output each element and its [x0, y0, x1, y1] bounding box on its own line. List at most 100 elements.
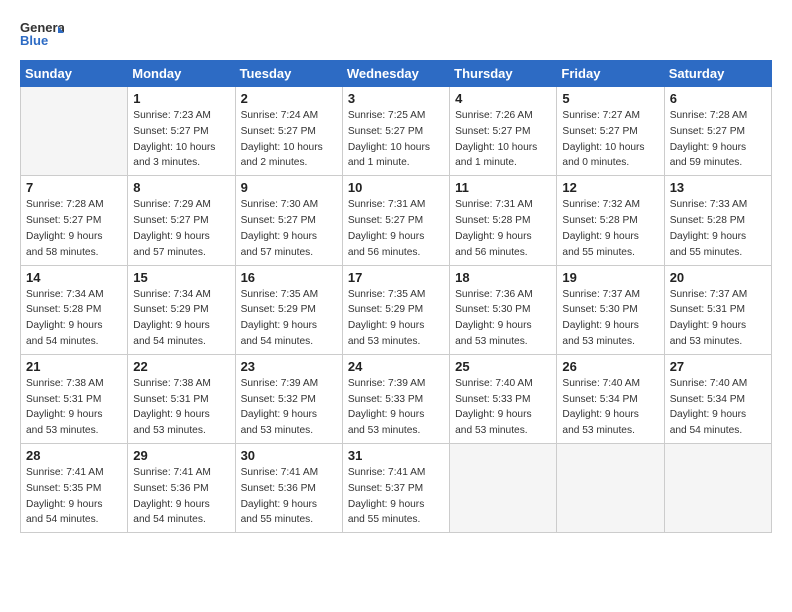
calendar-table: SundayMondayTuesdayWednesdayThursdayFrid…: [20, 60, 772, 533]
day-info: Sunrise: 7:37 AMSunset: 5:30 PMDaylight:…: [562, 287, 658, 350]
day-number: 6: [670, 91, 766, 106]
day-info: Sunrise: 7:37 AMSunset: 5:31 PMDaylight:…: [670, 287, 766, 350]
col-header-friday: Friday: [557, 61, 664, 87]
day-number: 25: [455, 359, 551, 374]
day-number: 9: [241, 180, 337, 195]
day-cell: 14Sunrise: 7:34 AMSunset: 5:28 PMDayligh…: [21, 265, 128, 354]
day-number: 21: [26, 359, 122, 374]
day-cell: 12Sunrise: 7:32 AMSunset: 5:28 PMDayligh…: [557, 176, 664, 265]
day-number: 31: [348, 448, 444, 463]
col-header-saturday: Saturday: [664, 61, 771, 87]
day-cell: 6 Sunrise: 7:28 AMSunset: 5:27 PMDaylight…: [664, 87, 771, 176]
day-info: Sunrise: 7:23 AMSunset: 5:27 PMDaylight:…: [133, 108, 229, 171]
week-row-1: 7 Sunrise: 7:28 AMSunset: 5:27 PMDaylight…: [21, 176, 772, 265]
day-info: Sunrise: 7:40 AMSunset: 5:33 PMDaylight:…: [455, 376, 551, 439]
day-info: Sunrise: 7:38 AMSunset: 5:31 PMDaylight:…: [26, 376, 122, 439]
day-cell: 29 Sunrise: 7:41 AMSunset: 5:36 PMDayligh…: [128, 444, 235, 533]
day-cell: 26 Sunrise: 7:40 AMSunset: 5:34 PMDayligh…: [557, 354, 664, 443]
week-row-3: 21 Sunrise: 7:38 AMSunset: 5:31 PMDayligh…: [21, 354, 772, 443]
day-info: Sunrise: 7:29 AMSunset: 5:27 PMDaylight:…: [133, 197, 229, 260]
day-number: 28: [26, 448, 122, 463]
day-cell: 17 Sunrise: 7:35 AMSunset: 5:29 PMDayligh…: [342, 265, 449, 354]
col-header-sunday: Sunday: [21, 61, 128, 87]
day-number: 19: [562, 270, 658, 285]
day-info: Sunrise: 7:34 AMSunset: 5:28 PMDaylight:…: [26, 287, 122, 350]
day-info: Sunrise: 7:28 AMSunset: 5:27 PMDaylight:…: [26, 197, 122, 260]
day-info: Sunrise: 7:31 AMSunset: 5:27 PMDaylight:…: [348, 197, 444, 260]
day-info: Sunrise: 7:30 AMSunset: 5:27 PMDaylight:…: [241, 197, 337, 260]
col-header-tuesday: Tuesday: [235, 61, 342, 87]
day-info: Sunrise: 7:33 AMSunset: 5:28 PMDaylight:…: [670, 197, 766, 260]
day-cell: 16Sunrise: 7:35 AMSunset: 5:29 PMDayligh…: [235, 265, 342, 354]
day-info: Sunrise: 7:25 AMSunset: 5:27 PMDaylight:…: [348, 108, 444, 171]
day-info: Sunrise: 7:40 AMSunset: 5:34 PMDaylight:…: [670, 376, 766, 439]
day-number: 11: [455, 180, 551, 195]
day-info: Sunrise: 7:31 AMSunset: 5:28 PMDaylight:…: [455, 197, 551, 260]
day-cell: 2 Sunrise: 7:24 AMSunset: 5:27 PMDaylight…: [235, 87, 342, 176]
day-number: 29: [133, 448, 229, 463]
day-cell: 28 Sunrise: 7:41 AMSunset: 5:35 PMDayligh…: [21, 444, 128, 533]
day-cell: 9 Sunrise: 7:30 AMSunset: 5:27 PMDaylight…: [235, 176, 342, 265]
day-number: 2: [241, 91, 337, 106]
day-info: Sunrise: 7:41 AMSunset: 5:37 PMDaylight:…: [348, 465, 444, 528]
day-cell: [557, 444, 664, 533]
day-info: Sunrise: 7:39 AMSunset: 5:32 PMDaylight:…: [241, 376, 337, 439]
day-info: Sunrise: 7:41 AMSunset: 5:36 PMDaylight:…: [241, 465, 337, 528]
day-number: 8: [133, 180, 229, 195]
day-info: Sunrise: 7:39 AMSunset: 5:33 PMDaylight:…: [348, 376, 444, 439]
day-cell: 31 Sunrise: 7:41 AMSunset: 5:37 PMDayligh…: [342, 444, 449, 533]
day-cell: 21 Sunrise: 7:38 AMSunset: 5:31 PMDayligh…: [21, 354, 128, 443]
day-cell: 7 Sunrise: 7:28 AMSunset: 5:27 PMDaylight…: [21, 176, 128, 265]
day-number: 4: [455, 91, 551, 106]
logo: General Blue: [20, 18, 64, 50]
week-row-2: 14Sunrise: 7:34 AMSunset: 5:28 PMDayligh…: [21, 265, 772, 354]
day-info: Sunrise: 7:24 AMSunset: 5:27 PMDaylight:…: [241, 108, 337, 171]
day-number: 30: [241, 448, 337, 463]
day-info: Sunrise: 7:28 AMSunset: 5:27 PMDaylight:…: [670, 108, 766, 171]
day-cell: [664, 444, 771, 533]
week-row-0: 1 Sunrise: 7:23 AMSunset: 5:27 PMDaylight…: [21, 87, 772, 176]
day-number: 5: [562, 91, 658, 106]
day-cell: 25 Sunrise: 7:40 AMSunset: 5:33 PMDayligh…: [450, 354, 557, 443]
day-cell: 8 Sunrise: 7:29 AMSunset: 5:27 PMDaylight…: [128, 176, 235, 265]
day-cell: 3 Sunrise: 7:25 AMSunset: 5:27 PMDaylight…: [342, 87, 449, 176]
day-number: 3: [348, 91, 444, 106]
day-cell: 19 Sunrise: 7:37 AMSunset: 5:30 PMDayligh…: [557, 265, 664, 354]
day-cell: 22 Sunrise: 7:38 AMSunset: 5:31 PMDayligh…: [128, 354, 235, 443]
day-number: 17: [348, 270, 444, 285]
week-row-4: 28 Sunrise: 7:41 AMSunset: 5:35 PMDayligh…: [21, 444, 772, 533]
day-number: 26: [562, 359, 658, 374]
day-info: Sunrise: 7:40 AMSunset: 5:34 PMDaylight:…: [562, 376, 658, 439]
day-info: Sunrise: 7:27 AMSunset: 5:27 PMDaylight:…: [562, 108, 658, 171]
day-number: 20: [670, 270, 766, 285]
col-header-monday: Monday: [128, 61, 235, 87]
day-info: Sunrise: 7:34 AMSunset: 5:29 PMDaylight:…: [133, 287, 229, 350]
day-number: 22: [133, 359, 229, 374]
day-info: Sunrise: 7:41 AMSunset: 5:35 PMDaylight:…: [26, 465, 122, 528]
day-cell: 15 Sunrise: 7:34 AMSunset: 5:29 PMDayligh…: [128, 265, 235, 354]
day-info: Sunrise: 7:41 AMSunset: 5:36 PMDaylight:…: [133, 465, 229, 528]
day-cell: 1 Sunrise: 7:23 AMSunset: 5:27 PMDaylight…: [128, 87, 235, 176]
day-number: 13: [670, 180, 766, 195]
header: General Blue: [20, 18, 772, 50]
day-info: Sunrise: 7:26 AMSunset: 5:27 PMDaylight:…: [455, 108, 551, 171]
day-number: 1: [133, 91, 229, 106]
day-cell: 11 Sunrise: 7:31 AMSunset: 5:28 PMDayligh…: [450, 176, 557, 265]
day-number: 23: [241, 359, 337, 374]
day-cell: 30 Sunrise: 7:41 AMSunset: 5:36 PMDayligh…: [235, 444, 342, 533]
day-info: Sunrise: 7:32 AMSunset: 5:28 PMDaylight:…: [562, 197, 658, 260]
logo-icon: General Blue: [20, 18, 64, 50]
day-info: Sunrise: 7:35 AMSunset: 5:29 PMDaylight:…: [241, 287, 337, 350]
day-cell: 23 Sunrise: 7:39 AMSunset: 5:32 PMDayligh…: [235, 354, 342, 443]
day-info: Sunrise: 7:35 AMSunset: 5:29 PMDaylight:…: [348, 287, 444, 350]
calendar-header-row: SundayMondayTuesdayWednesdayThursdayFrid…: [21, 61, 772, 87]
day-cell: 4 Sunrise: 7:26 AMSunset: 5:27 PMDaylight…: [450, 87, 557, 176]
day-cell: [21, 87, 128, 176]
day-number: 15: [133, 270, 229, 285]
col-header-wednesday: Wednesday: [342, 61, 449, 87]
col-header-thursday: Thursday: [450, 61, 557, 87]
day-info: Sunrise: 7:38 AMSunset: 5:31 PMDaylight:…: [133, 376, 229, 439]
day-info: Sunrise: 7:36 AMSunset: 5:30 PMDaylight:…: [455, 287, 551, 350]
day-number: 18: [455, 270, 551, 285]
day-number: 7: [26, 180, 122, 195]
